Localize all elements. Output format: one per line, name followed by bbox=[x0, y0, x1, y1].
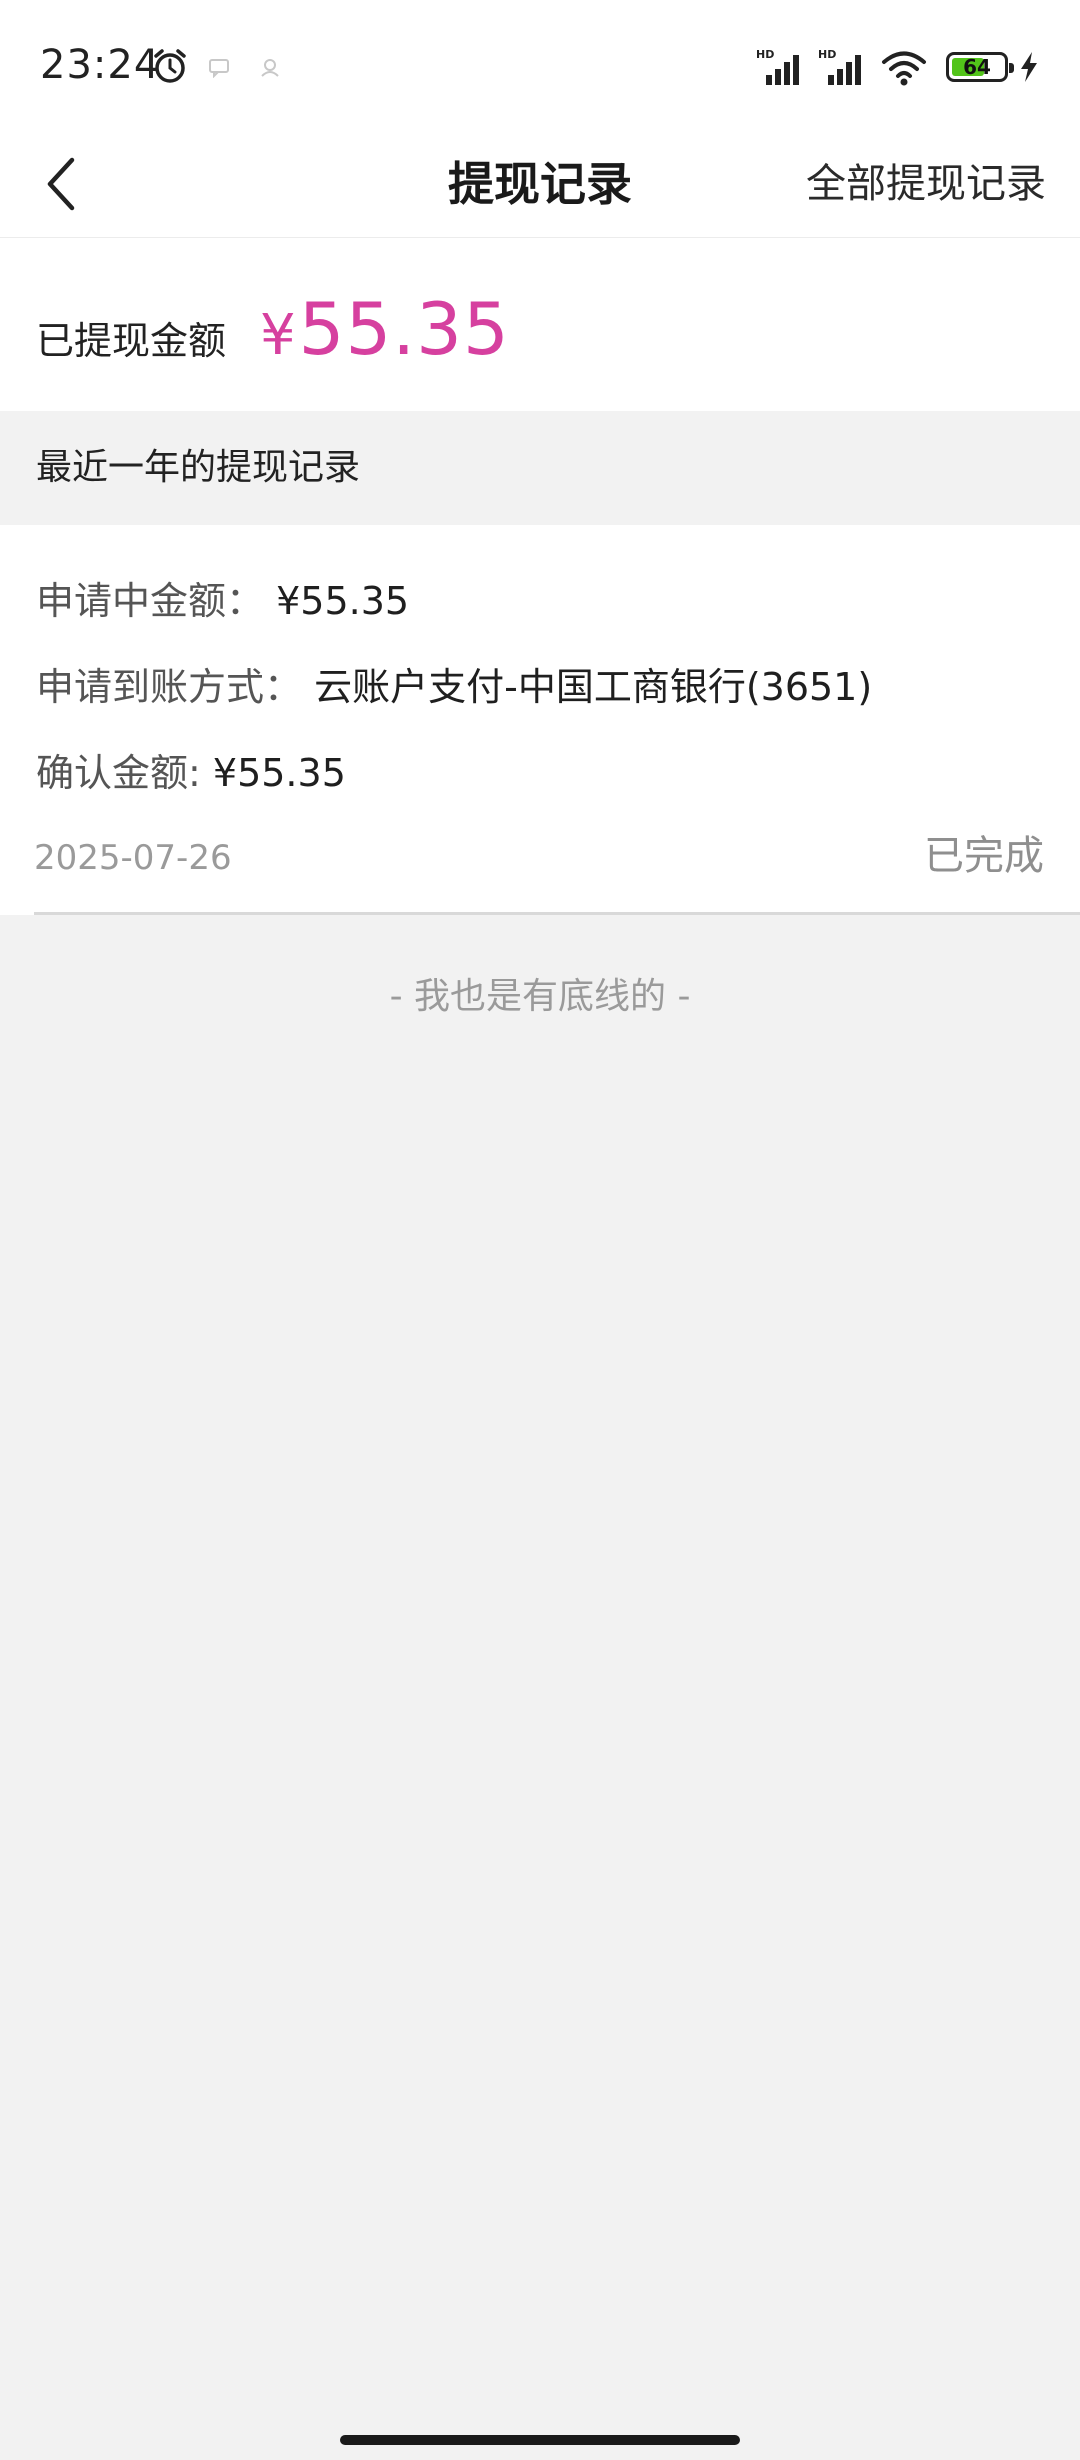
confirmed-amount-row: 确认金额: ¥55.35 bbox=[36, 747, 346, 799]
divider bbox=[34, 912, 1080, 915]
signal-icon: HD bbox=[818, 48, 861, 85]
list-end-text: - 我也是有底线的 - bbox=[389, 976, 691, 1017]
app-notification-icon bbox=[261, 59, 279, 77]
back-button[interactable] bbox=[30, 152, 94, 216]
withdrawn-amount-label: 已提现金额 bbox=[36, 319, 227, 363]
payout-method-value: 云账户支付-中国工商银行(3651) bbox=[314, 665, 873, 709]
section-header: 最近一年的提现记录 bbox=[0, 411, 1080, 525]
currency-symbol: ¥ bbox=[260, 303, 297, 368]
home-indicator[interactable] bbox=[340, 2435, 740, 2445]
signal-icon: HD bbox=[756, 48, 799, 85]
battery-cap bbox=[1009, 63, 1014, 73]
status-badge: 已完成 bbox=[924, 833, 1044, 879]
alarm-icon bbox=[154, 49, 186, 83]
chevron-left-icon bbox=[47, 157, 75, 211]
status-right-group: HD HD 64 bbox=[756, 42, 1040, 92]
status-time: 23:24 bbox=[40, 42, 161, 88]
confirmed-amount-label: 确认金额: bbox=[36, 751, 201, 795]
signal-hd-label-2: HD bbox=[818, 48, 836, 61]
confirmed-amount-value: ¥55.35 bbox=[212, 751, 346, 795]
charging-icon bbox=[1021, 52, 1037, 82]
battery-percent: 64 bbox=[963, 55, 991, 79]
applying-amount-row: 申请中金额： ¥55.35 bbox=[36, 575, 409, 627]
payout-method-label: 申请到账方式： bbox=[36, 665, 303, 709]
withdrawn-amount: ¥55.35 bbox=[260, 284, 510, 381]
applying-amount-value: ¥55.35 bbox=[276, 579, 410, 623]
applying-amount-label: 申请中金额： bbox=[36, 579, 265, 623]
all-records-link[interactable]: 全部提现记录 bbox=[806, 130, 1046, 238]
wifi-icon bbox=[882, 51, 926, 86]
withdrawn-summary: 已提现金额 ¥55.35 bbox=[0, 238, 1080, 411]
record-date: 2025-07-26 bbox=[34, 838, 232, 878]
withdrawal-record[interactable]: 申请中金额： ¥55.35 申请到账方式： 云账户支付-中国工商银行(3651)… bbox=[0, 525, 1080, 915]
nav-bar: 提现记录 全部提现记录 bbox=[0, 130, 1080, 238]
message-icon bbox=[209, 59, 229, 78]
signal-hd-label-1: HD bbox=[756, 48, 774, 61]
status-bar: 23:24 HD HD 64 bbox=[0, 0, 1080, 130]
battery-icon: 64 bbox=[946, 52, 1014, 82]
withdrawn-amount-value: 55.35 bbox=[298, 287, 510, 371]
section-title: 最近一年的提现记录 bbox=[36, 447, 361, 488]
payout-method-row: 申请到账方式： 云账户支付-中国工商银行(3651) bbox=[36, 661, 872, 713]
